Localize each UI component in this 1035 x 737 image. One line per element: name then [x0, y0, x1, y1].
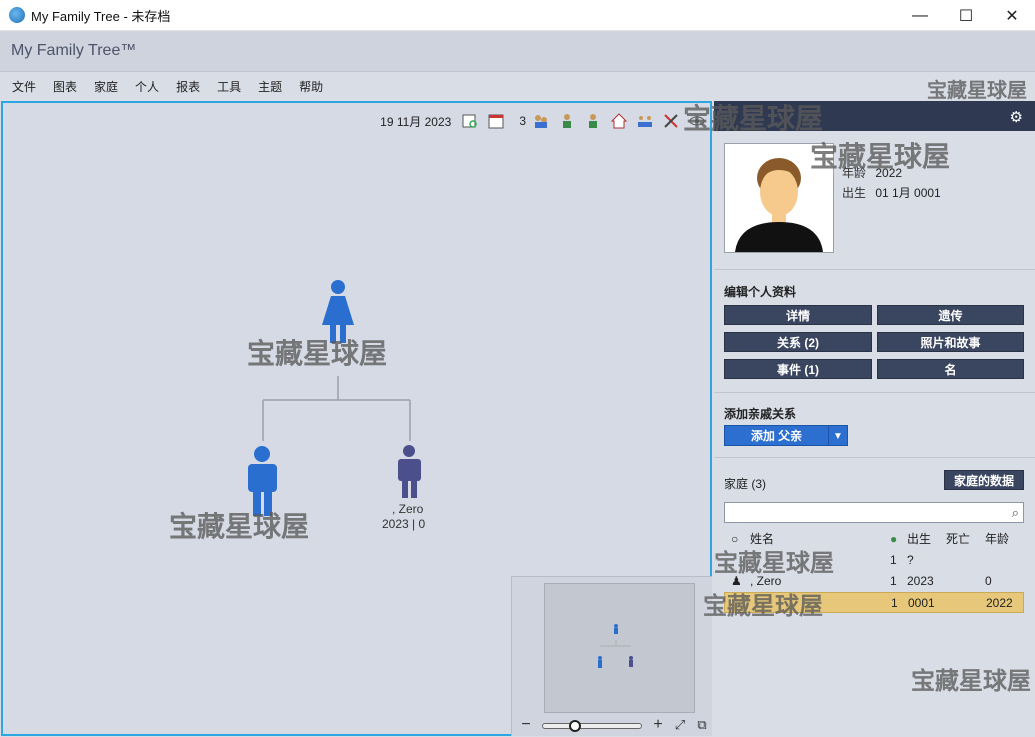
genetics-button[interactable]: 遗传	[877, 305, 1024, 325]
minimize-button[interactable]: —	[897, 0, 943, 31]
minimap-node	[614, 624, 618, 628]
menu-file[interactable]: 文件	[6, 78, 42, 95]
table-header: ○ 姓名 ● 出生 死亡 年龄	[724, 529, 1024, 550]
fit-icon[interactable]: ⧉	[694, 718, 710, 734]
avatar-icon	[735, 158, 823, 252]
divider	[714, 392, 1035, 393]
events-button[interactable]: 事件 (1)	[724, 359, 872, 379]
relations-button[interactable]: 关系 (2)	[724, 332, 872, 352]
header-death[interactable]: 死亡	[946, 529, 970, 550]
row-age: 2022	[986, 596, 1013, 610]
row-age: 0	[985, 574, 992, 588]
menu-chart[interactable]: 图表	[47, 78, 83, 95]
sibling-name: , Zero	[392, 502, 424, 516]
family-title: 家庭 (3)	[724, 477, 767, 491]
tree-icon: ●	[890, 532, 898, 546]
window-title: My Family Tree - 未存档	[31, 8, 171, 24]
sibling-dates: 2023 | 0	[382, 517, 426, 531]
person-summary: 年龄 2022 出生 01 1月 0001	[842, 163, 941, 203]
app-name: My Family Tree™	[11, 42, 137, 59]
person-photo[interactable]	[724, 143, 834, 253]
table-row-selected[interactable]: 1 0001 2022	[724, 592, 1024, 613]
menu-bar: 文件 图表 家庭 个人 报表 工具 主题 帮助	[0, 72, 1035, 101]
tree-diagram	[248, 280, 421, 516]
app-header: My Family Tree™	[0, 31, 1035, 72]
person-node-sibling[interactable]	[398, 445, 421, 498]
header-age[interactable]: 年龄	[985, 529, 1009, 550]
divider	[714, 269, 1035, 270]
minimap-node	[614, 628, 618, 634]
person-icon: ♟	[731, 574, 742, 588]
tree-chart-area[interactable]: 19 11月 2023 3 , Zero 2023 | 0 − + ⤢ ⧉	[1, 101, 712, 736]
birth-label: 出生	[842, 186, 867, 200]
divider	[714, 457, 1035, 458]
table-row[interactable]: 1 ?	[724, 550, 1024, 571]
minimap-node	[598, 660, 602, 668]
person-node-selected[interactable]	[248, 446, 277, 516]
add-father-button[interactable]: 添加 父亲	[724, 425, 829, 446]
app-logo-icon	[9, 7, 25, 23]
header-birth[interactable]: 出生	[907, 529, 931, 550]
zoom-in-button[interactable]: +	[650, 717, 666, 734]
menu-theme[interactable]: 主题	[252, 78, 288, 95]
menu-tools[interactable]: 工具	[211, 78, 247, 95]
row-generation: 1	[890, 553, 897, 567]
menu-person[interactable]: 个人	[129, 78, 165, 95]
row-generation: 1	[891, 596, 898, 610]
age-value: 2022	[875, 166, 903, 180]
expand-icon[interactable]: ⤢	[672, 718, 688, 734]
row-name: , Zero	[750, 574, 782, 588]
edit-profile-title: 编辑个人资料	[724, 285, 797, 299]
title-bar: My Family Tree - 未存档 — ☐ ✕	[0, 0, 1035, 31]
maximize-button[interactable]: ☐	[943, 0, 989, 31]
photos-stories-button[interactable]: 照片和故事	[877, 332, 1024, 352]
close-button[interactable]: ✕	[989, 0, 1035, 31]
chevron-down-icon: ▼	[833, 431, 843, 442]
add-relative-title: 添加亲戚关系	[724, 407, 797, 421]
name-button[interactable]: 名	[877, 359, 1024, 379]
menu-reports[interactable]: 报表	[170, 78, 206, 95]
birth-value: 01 1月 0001	[875, 186, 941, 200]
radio-icon[interactable]: ○	[731, 529, 738, 550]
person-panel: ⚙ 年龄 2022 出生 01 1月 0001 编辑个人资料 详情 遗传 关系 …	[714, 101, 1035, 737]
family-data-button[interactable]: 家庭的数据	[944, 470, 1024, 490]
minimap-viewport[interactable]	[544, 583, 695, 713]
family-search-input[interactable]: ⌕	[724, 502, 1024, 523]
minimap-node	[598, 656, 602, 660]
zoom-out-button[interactable]: −	[518, 717, 534, 734]
zoom-slider-thumb[interactable]	[568, 720, 581, 732]
menu-family[interactable]: 家庭	[88, 78, 124, 95]
row-birth: 2023	[907, 574, 934, 588]
panel-header: ⚙	[714, 101, 1035, 131]
menu-help[interactable]: 帮助	[293, 78, 329, 95]
minimap-node	[629, 656, 633, 660]
row-birth: ?	[907, 553, 914, 567]
row-birth: 0001	[908, 596, 935, 610]
header-name[interactable]: 姓名	[750, 529, 774, 550]
search-icon[interactable]: ⌕	[1012, 505, 1019, 521]
add-relative-dropdown[interactable]: ▼	[828, 425, 848, 446]
table-row[interactable]: ♟ , Zero 1 2023 0	[724, 571, 1024, 592]
family-table: ○ 姓名 ● 出生 死亡 年龄 1 ? ♟ , Zero 1 2023 0 1 …	[724, 529, 1024, 613]
row-generation: 1	[890, 574, 897, 588]
person-node-mother[interactable]	[322, 280, 354, 343]
minimap[interactable]: − + ⤢ ⧉	[511, 576, 712, 736]
zoom-slider[interactable]	[542, 720, 642, 732]
gear-icon[interactable]: ⚙	[1010, 108, 1023, 126]
minimap-node	[629, 660, 633, 667]
zoom-controls: − + ⤢ ⧉	[512, 716, 713, 736]
details-button[interactable]: 详情	[724, 305, 872, 325]
age-label: 年龄	[842, 166, 867, 180]
